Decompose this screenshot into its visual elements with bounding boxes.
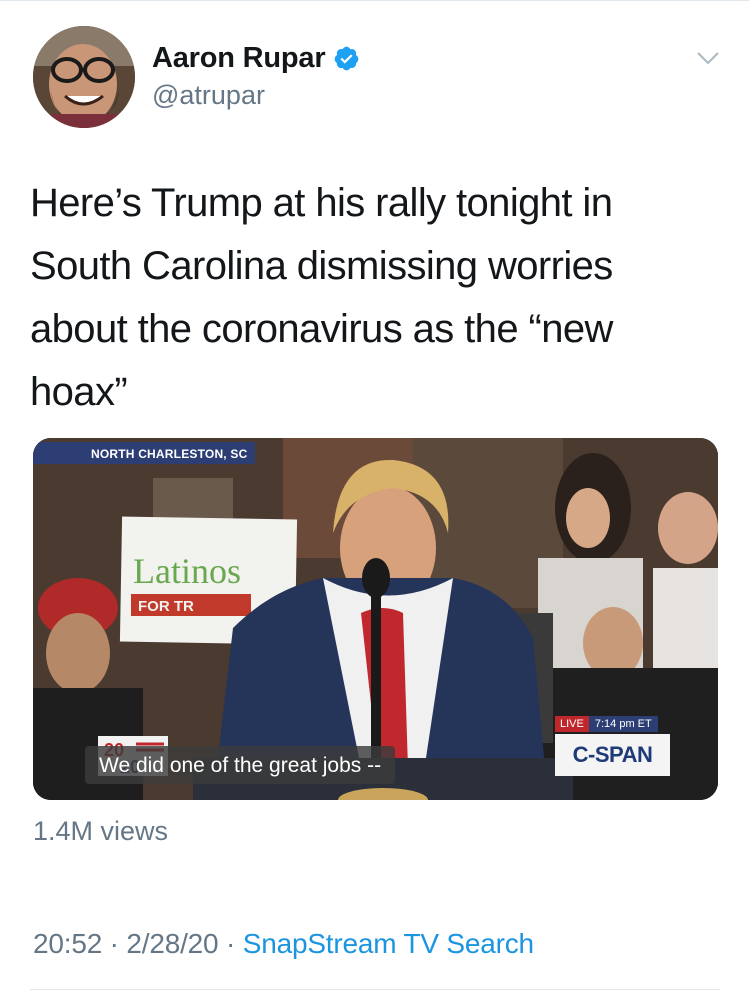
author-name-row[interactable]: Aaron Rupar	[152, 42, 360, 75]
sign-subtext: FOR TR	[138, 598, 194, 615]
sign-text: Latinos	[133, 551, 241, 591]
tweet-text: Here’s Trump at his rally tonight in Sou…	[30, 181, 613, 414]
bottom-divider	[30, 989, 720, 990]
meta-separator: ·	[226, 928, 236, 959]
live-label: LIVE	[555, 716, 589, 732]
location-tag: NORTH CHARLESTON, SC	[33, 442, 256, 464]
view-count: 1.4M views	[33, 816, 169, 846]
tweet-time: 20:52	[33, 928, 103, 959]
video-caption: We did one of the great jobs --	[85, 746, 396, 784]
network-logo: C-SPAN	[555, 734, 670, 776]
tweet-meta: 20:52 · 2/28/20 · SnapStream TV Search	[33, 928, 534, 960]
live-time: 7:14 pm ET	[588, 716, 658, 732]
live-indicator: LIVE 7:14 pm ET	[555, 716, 658, 732]
avatar-photo	[33, 26, 135, 128]
top-divider	[0, 0, 749, 1]
meta-separator: ·	[109, 928, 119, 959]
tweet-video[interactable]: Latinos FOR TR NORTH CHARLESTON, SC 20 2…	[33, 438, 718, 800]
verified-badge-icon	[335, 46, 359, 71]
tweet-date: 2/28/20	[126, 928, 219, 959]
author-name[interactable]: Aaron Rupar	[152, 42, 326, 75]
chevron-down-icon[interactable]	[695, 48, 721, 68]
author-avatar[interactable]	[33, 26, 135, 128]
tweet-source-link[interactable]: SnapStream TV Search	[243, 928, 534, 959]
author-handle[interactable]: @atrupar	[152, 80, 265, 111]
